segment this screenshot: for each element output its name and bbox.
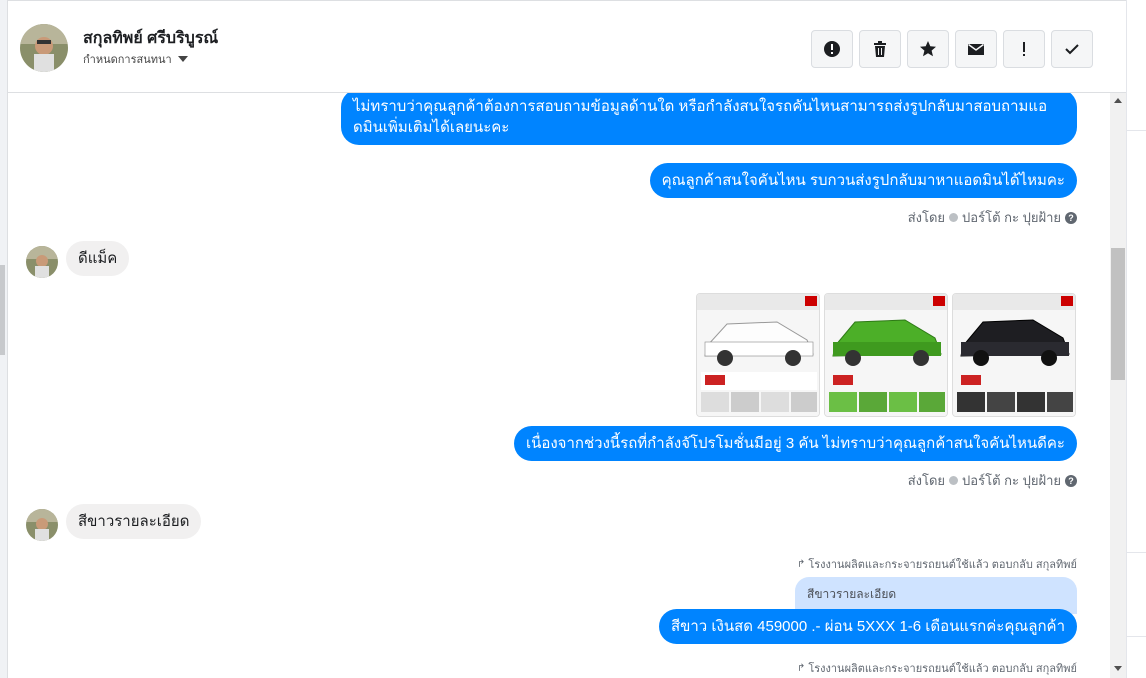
conversation-header: สกุลทิพย์ ศรีบริบูรณ์ กำหนดการสนทนา [8,0,1126,93]
sent-by-info: ส่งโดย ปอร์โต้ กะ ปุยฝ้าย ? [908,207,1077,228]
star-button[interactable] [907,30,949,68]
reply-info-text: โรงงานผลิตและกระจายรถยนต์ใช้แล้ว ตอบกลับ… [808,663,1077,675]
help-icon[interactable]: ? [1065,211,1077,224]
scrollbar-thumb[interactable] [1111,248,1125,380]
contact-avatar-small[interactable] [26,509,58,541]
outgoing-message[interactable]: ไม่ทราบว่าคุณลูกค้าต้องการสอบถามข้อมูลด้… [341,93,1077,145]
sent-by-name[interactable]: ปอร์โต้ กะ ปุยฝ้าย [962,207,1061,228]
outgoing-message[interactable]: สีขาว เงินสด 459000 .- ผ่อน 5XXX 1-6 เดื… [658,609,1077,644]
photo-attachments [696,293,1076,417]
sent-by-label: ส่งโดย [907,210,946,225]
right-panel-edge [1126,0,1146,678]
contact-avatar[interactable] [20,24,68,72]
incoming-message[interactable]: สีขาวรายละเอียด [66,504,202,539]
mark-spam-button[interactable] [811,30,853,68]
page-check-icon [949,213,959,222]
sent-by-name[interactable]: ปอร์โต้ กะ ปุยฝ้าย [962,470,1061,491]
label-dropdown-text: กำหนดการสนทนา [83,54,172,66]
outgoing-message[interactable]: เนื่องจากช่วงนี้รถที่กำลังจัโปรโมชั่นมีอ… [513,426,1077,461]
message-thread: ไม่ทราบว่าคุณลูกค้าต้องการสอบถามข้อมูลด้… [8,93,1110,678]
reply-info-text: โรงงานผลิตและกระจายรถยนต์ใช้แล้ว ตอบกลับ… [808,559,1077,571]
exclamation-icon [1023,42,1025,56]
delete-button[interactable] [859,30,901,68]
scroll-down-icon[interactable] [1114,666,1122,671]
reply-info: ↱ โรงงานผลิตและกระจายรถยนต์ใช้แล้ว ตอบกล… [797,555,1077,573]
check-icon [1065,44,1079,55]
scroll-up-icon[interactable] [1114,98,1122,103]
label-dropdown[interactable]: กำหนดการสนทนา [83,50,188,68]
left-panel-edge [0,0,8,678]
app-window: สกุลทิพย์ ศรีบริบูรณ์ กำหนดการสนทนา ไม่ท… [0,0,1146,678]
mark-unread-button[interactable] [955,30,997,68]
reply-arrow-icon: ↱ [796,662,806,674]
reply-arrow-icon: ↱ [796,558,806,570]
star-icon [920,41,936,57]
reply-info: ↱ โรงงานผลิตและกระจายรถยนต์ใช้แล้ว ตอบกล… [797,659,1077,677]
incoming-message[interactable]: ดีแม็ค [66,241,130,276]
black-truck-photo[interactable] [952,293,1076,417]
conversation-toolbar [811,30,1093,68]
page-check-icon [949,476,959,485]
mark-done-button[interactable] [1051,30,1093,68]
contact-avatar-small[interactable] [26,246,58,278]
alert-circle-icon [824,41,840,57]
thread-scrollbar[interactable] [1110,93,1126,678]
help-icon[interactable]: ? [1065,474,1077,487]
green-truck-photo[interactable] [824,293,948,417]
sent-by-info: ส่งโดย ปอร์โต้ กะ ปุยฝ้าย ? [908,470,1077,491]
trash-icon [874,41,886,57]
mail-icon [968,43,984,55]
sent-by-label: ส่งโดย [907,473,946,488]
outgoing-message[interactable]: คุณลูกค้าสนใจคันไหน รบกวนส่งรูปกลับมาหาแ… [649,163,1077,198]
contact-name: สกุลทิพย์ ศรีบริบูรณ์ [83,30,219,47]
caret-down-icon [177,56,188,62]
white-truck-photo[interactable] [696,293,820,417]
follow-up-button[interactable] [1003,30,1045,68]
